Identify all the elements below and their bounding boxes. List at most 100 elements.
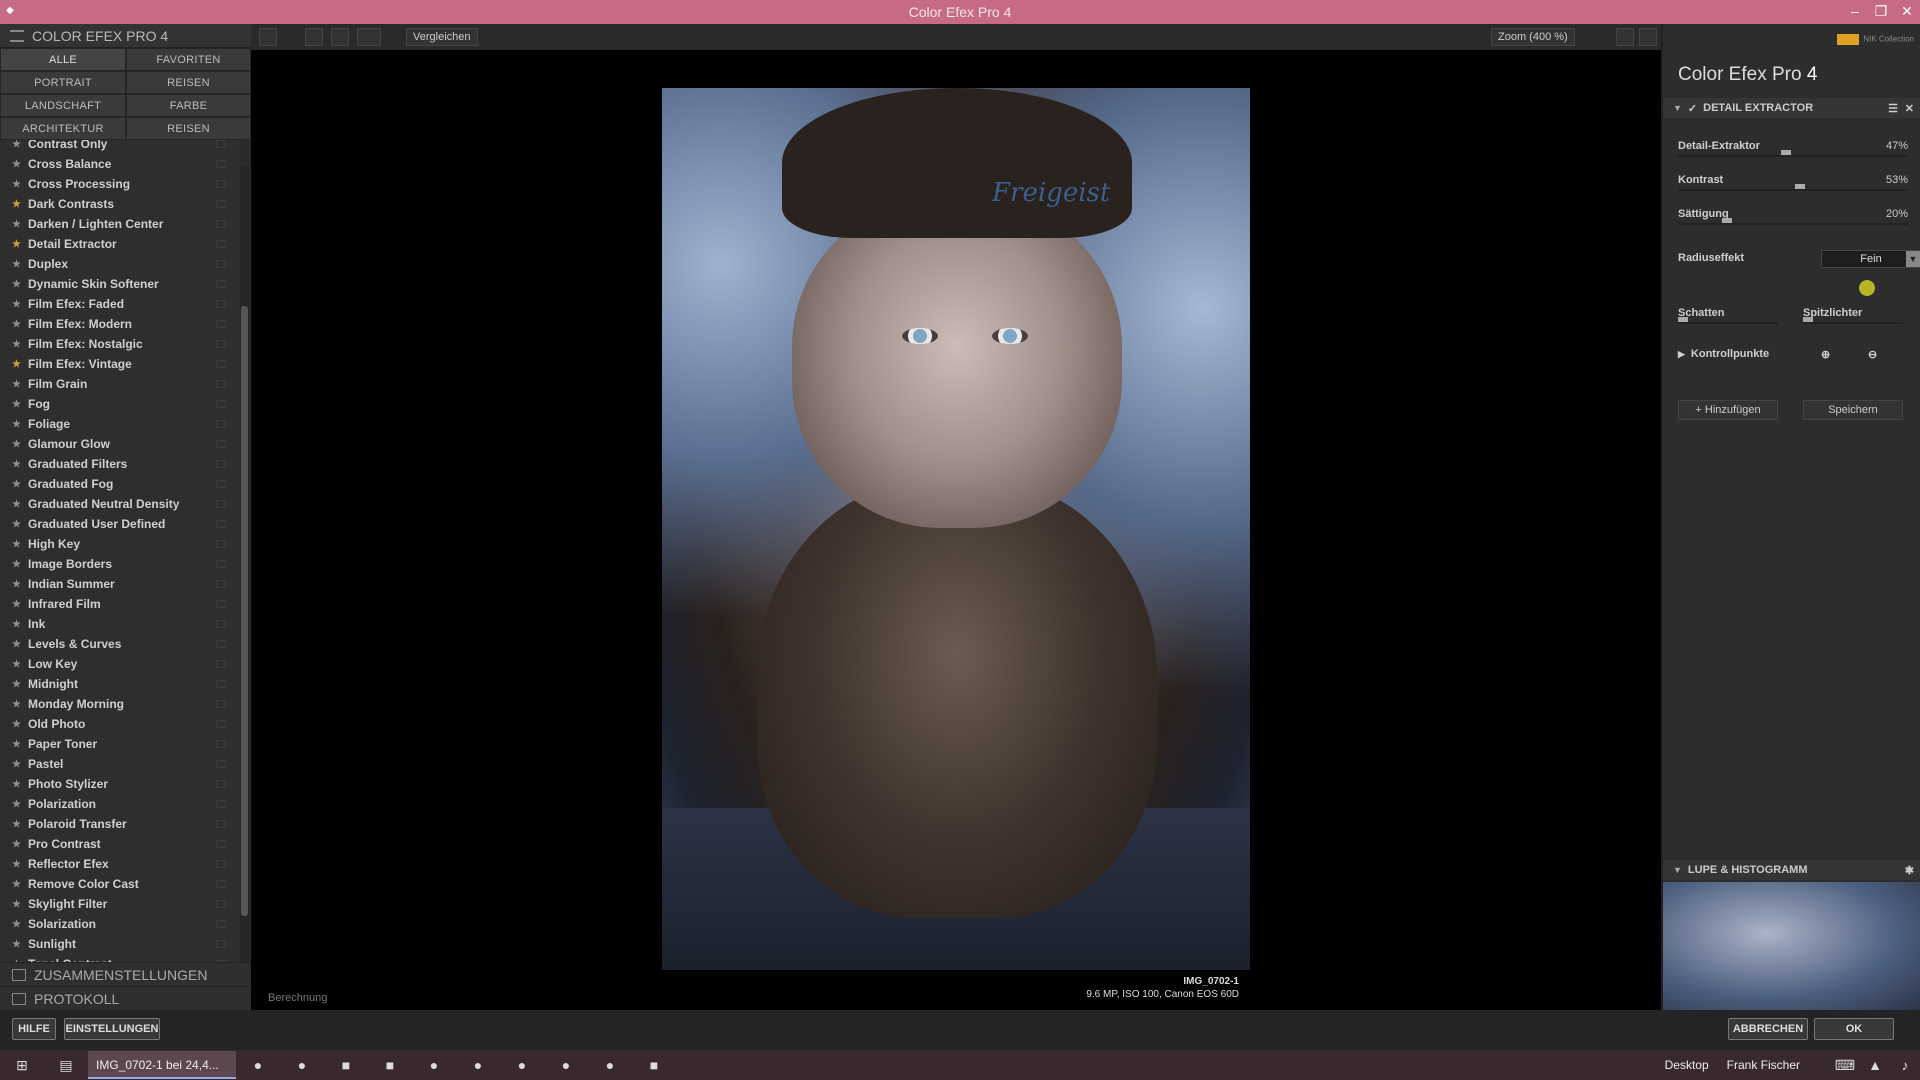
- recipe-icon[interactable]: [216, 820, 226, 828]
- favorite-star-icon[interactable]: ★: [12, 659, 22, 670]
- collapse-icon[interactable]: ▼: [1673, 865, 1682, 875]
- filter-list-item[interactable]: ★ Ink: [0, 614, 240, 634]
- remove-filter-icon[interactable]: ✕: [1905, 102, 1914, 115]
- favorite-star-icon[interactable]: ★: [12, 939, 22, 950]
- slider-track[interactable]: [1678, 189, 1908, 191]
- recipe-icon[interactable]: [216, 500, 226, 508]
- favorite-star-icon[interactable]: ★: [12, 559, 22, 570]
- minimize-icon[interactable]: –: [1842, 0, 1868, 24]
- add-button[interactable]: + Hinzufügen: [1678, 400, 1778, 420]
- panel-toggle-icon[interactable]: [1639, 28, 1657, 46]
- scroll-thumb[interactable]: [241, 306, 248, 916]
- loupe-preview[interactable]: [1663, 882, 1920, 1010]
- filter-header[interactable]: ▼ ✓ DETAIL EXTRACTOR ☰ ✕: [1663, 98, 1920, 118]
- control-points-row[interactable]: ▶ Kontrollpunkte ⊕ ⊖: [1678, 348, 1908, 361]
- favorite-star-icon[interactable]: ★: [12, 299, 22, 310]
- recipe-icon[interactable]: [216, 560, 226, 568]
- filter-list-item[interactable]: ★ Infrared Film: [0, 594, 240, 614]
- slider-track[interactable]: [1678, 223, 1908, 225]
- section-zusammenstellungen[interactable]: ZUSAMMENSTELLUNGEN: [0, 962, 251, 986]
- favorite-star-icon[interactable]: ★: [12, 419, 22, 430]
- slider-track[interactable]: [1678, 155, 1908, 157]
- category-farbe[interactable]: FARBE: [126, 94, 251, 117]
- recipe-icon[interactable]: [216, 700, 226, 708]
- favorite-star-icon[interactable]: ★: [12, 699, 22, 710]
- filter-list-item[interactable]: ★ Fog: [0, 394, 240, 414]
- favorite-star-icon[interactable]: ★: [12, 199, 22, 210]
- category-favoriten[interactable]: FAVORITEN: [126, 48, 251, 71]
- check-icon[interactable]: ✓: [1688, 102, 1697, 115]
- recipe-icon[interactable]: [216, 320, 226, 328]
- app-icon-2[interactable]: ●: [412, 1050, 456, 1080]
- app-icon-4[interactable]: ■: [632, 1050, 676, 1080]
- recipe-icon[interactable]: [216, 740, 226, 748]
- favorite-star-icon[interactable]: ★: [12, 859, 22, 870]
- side-by-side-icon[interactable]: [357, 28, 381, 46]
- filter-list-item[interactable]: ★ Graduated User Defined: [0, 514, 240, 534]
- slider-thumb[interactable]: [1722, 218, 1732, 223]
- recipe-icon[interactable]: [216, 360, 226, 368]
- volume-icon[interactable]: ♪: [1890, 1050, 1920, 1080]
- filter-list-item[interactable]: ★ Photo Stylizer: [0, 774, 240, 794]
- recipe-icon[interactable]: [216, 300, 226, 308]
- favorite-star-icon[interactable]: ★: [12, 579, 22, 590]
- recipe-icon[interactable]: [216, 340, 226, 348]
- recipe-icon[interactable]: [216, 920, 226, 928]
- filter-list-item[interactable]: ★ Paper Toner: [0, 734, 240, 754]
- recipe-icon[interactable]: [216, 620, 226, 628]
- favorite-star-icon[interactable]: ★: [12, 759, 22, 770]
- filter-list-item[interactable]: ★ Graduated Filters: [0, 454, 240, 474]
- category-architektur[interactable]: ARCHITEKTUR: [0, 117, 126, 140]
- favorite-star-icon[interactable]: ★: [12, 319, 22, 330]
- add-point-icon[interactable]: ⊕: [1821, 348, 1830, 361]
- browser-toggle-icon[interactable]: [259, 28, 277, 46]
- filter-list-item[interactable]: ★ Old Photo: [0, 714, 240, 734]
- filter-list-item[interactable]: ★ Film Efex: Modern: [0, 314, 240, 334]
- single-view-icon[interactable]: [305, 28, 323, 46]
- filter-list-item[interactable]: ★ Low Key: [0, 654, 240, 674]
- recipe-icon[interactable]: [216, 200, 226, 208]
- filter-list-item[interactable]: ★ Film Efex: Nostalgic: [0, 334, 240, 354]
- recipe-icon[interactable]: [216, 260, 226, 268]
- favorite-star-icon[interactable]: ★: [12, 479, 22, 490]
- favorite-star-icon[interactable]: ★: [12, 639, 22, 650]
- filter-list-item[interactable]: ★ Skylight Filter: [0, 894, 240, 914]
- recipe-icon[interactable]: [216, 180, 226, 188]
- desktop-toolbar[interactable]: Desktop: [1665, 1058, 1709, 1072]
- favorite-star-icon[interactable]: ★: [12, 179, 22, 190]
- save-button[interactable]: Speichern: [1803, 400, 1903, 420]
- filter-list-item[interactable]: ★ Indian Summer: [0, 574, 240, 594]
- favorite-star-icon[interactable]: ★: [12, 239, 22, 250]
- favorite-star-icon[interactable]: ★: [12, 379, 22, 390]
- section-protokoll[interactable]: PROTOKOLL: [0, 986, 251, 1010]
- favorite-star-icon[interactable]: ★: [12, 619, 22, 630]
- shadows-slider[interactable]: Schatten: [1678, 307, 1788, 324]
- favorite-star-icon[interactable]: ★: [12, 539, 22, 550]
- recipe-icon[interactable]: [216, 720, 226, 728]
- recipe-icon[interactable]: [216, 600, 226, 608]
- favorite-star-icon[interactable]: ★: [12, 219, 22, 230]
- filter-list-item[interactable]: ★ Dynamic Skin Softener: [0, 274, 240, 294]
- recipe-icon[interactable]: [216, 440, 226, 448]
- recipe-icon[interactable]: [216, 380, 226, 388]
- bg-color-icon[interactable]: [1616, 28, 1634, 46]
- filter-list-item[interactable]: ★ High Key: [0, 534, 240, 554]
- filter-list-item[interactable]: ★ Polarization: [0, 794, 240, 814]
- filter-list-item[interactable]: ★ Levels & Curves: [0, 634, 240, 654]
- filter-list-item[interactable]: ★ Pastel: [0, 754, 240, 774]
- category-reisen-2[interactable]: REISEN: [126, 117, 251, 140]
- ok-button[interactable]: OK: [1814, 1018, 1894, 1040]
- compare-button[interactable]: Vergleichen: [406, 28, 478, 46]
- favorite-star-icon[interactable]: ★: [12, 679, 22, 690]
- category-portrait[interactable]: PORTRAIT: [0, 71, 126, 94]
- favorite-star-icon[interactable]: ★: [12, 819, 22, 830]
- app-icon-1[interactable]: ●: [236, 1050, 280, 1080]
- favorite-star-icon[interactable]: ★: [12, 719, 22, 730]
- lightroom-icon[interactable]: ■: [324, 1050, 368, 1080]
- favorite-star-icon[interactable]: ★: [12, 499, 22, 510]
- filter-list-item[interactable]: ★ Remove Color Cast: [0, 874, 240, 894]
- collapse-icon[interactable]: ▼: [1673, 103, 1682, 113]
- favorite-star-icon[interactable]: ★: [12, 599, 22, 610]
- favorite-star-icon[interactable]: ★: [12, 519, 22, 530]
- recipe-icon[interactable]: [216, 280, 226, 288]
